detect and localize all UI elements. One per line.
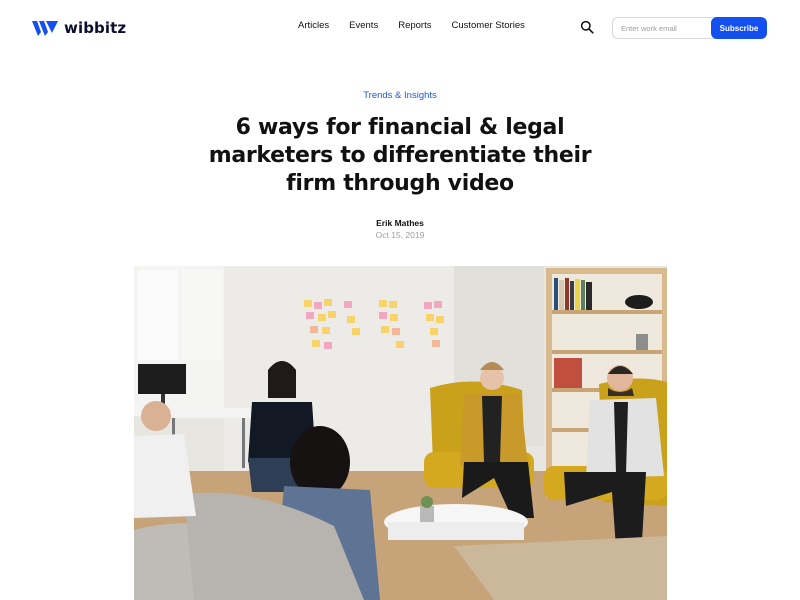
nav-item-reports[interactable]: Reports [398, 20, 431, 31]
logo-text: wibbitz [64, 19, 127, 37]
category-link[interactable]: Trends & Insights [0, 90, 800, 101]
logo[interactable]: wibbitz [32, 17, 126, 39]
hero-image [134, 266, 667, 600]
nav-item-events[interactable]: Events [349, 20, 378, 31]
subscribe-button[interactable]: Subscribe [711, 17, 767, 39]
main-nav: Articles Events Reports Customer Stories [298, 20, 525, 31]
email-field[interactable] [612, 17, 716, 39]
page: wibbitz Articles Events Reports Customer… [0, 0, 800, 600]
nav-item-customer-stories[interactable]: Customer Stories [451, 20, 524, 31]
site-header: wibbitz Articles Events Reports Customer… [0, 0, 800, 56]
article-title: 6 ways for financial & legal marketers t… [208, 115, 592, 196]
logo-icon [32, 21, 58, 36]
author-name: Erik Mathes [376, 218, 424, 228]
search-icon[interactable] [580, 20, 594, 34]
nav-item-articles[interactable]: Articles [298, 20, 329, 31]
publish-date: Oct 15, 2019 [375, 230, 425, 240]
hero-photo [134, 266, 667, 600]
